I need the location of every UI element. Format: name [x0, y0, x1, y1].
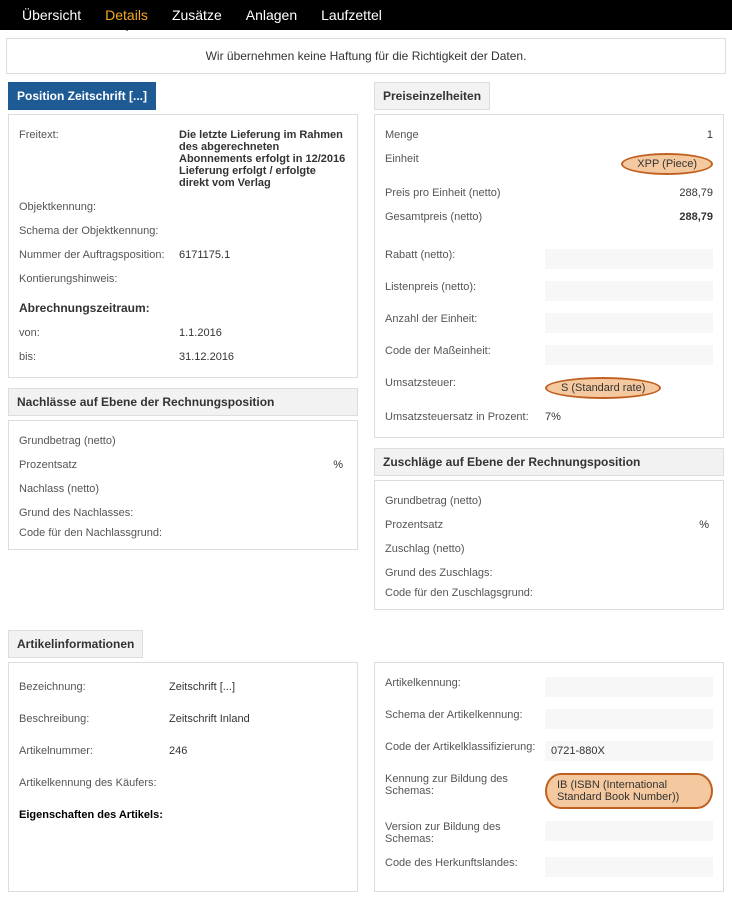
tab-uebersicht[interactable]: Übersicht	[10, 1, 93, 29]
r-herkunft-field	[545, 857, 713, 877]
nachlass-pct: %	[169, 459, 347, 471]
r-code-value: 0721-880X	[545, 741, 713, 761]
ust-value-highlight: S (Standard rate)	[545, 377, 661, 399]
rabatt-field	[545, 249, 713, 269]
r-schema-field	[545, 709, 713, 729]
nummer-value: 6171175.1	[179, 249, 347, 261]
position-title: Position Zeitschrift [...]	[8, 82, 156, 110]
ustprozent-value: 7%	[545, 411, 713, 423]
zuschlag-prozent-label: Prozentsatz	[385, 519, 545, 531]
bez-value: Zeitschrift [...]	[169, 681, 235, 693]
tab-anlagen[interactable]: Anlagen	[234, 1, 309, 29]
eig-label: Eigenschaften des Artikels:	[19, 809, 169, 821]
gesamt-value: 288,79	[545, 211, 713, 223]
von-label: von:	[19, 327, 179, 339]
ustprozent-label: Umsatzsteuersatz in Prozent:	[385, 411, 545, 423]
nachlass-nachlass-label: Nachlass (netto)	[19, 483, 169, 495]
rabatt-label: Rabatt (netto):	[385, 249, 545, 261]
nummer-label: Nummer der Auftragsposition:	[19, 249, 179, 261]
zuschlag-pct: %	[545, 519, 713, 531]
r-kennung-label: Kennung zur Bildung des Schemas:	[385, 773, 545, 797]
ppe-value: 288,79	[545, 187, 713, 199]
zuschlag-grundbetrag-label: Grundbetrag (netto)	[385, 495, 545, 507]
anzahl-label: Anzahl der Einheit:	[385, 313, 545, 325]
r-schema-label: Schema der Artikelkennung:	[385, 709, 545, 721]
r-version-field	[545, 821, 713, 841]
r-code-label: Code der Artikelklassifizierung:	[385, 741, 545, 753]
codemass-label: Code der Maßeinheit:	[385, 345, 545, 357]
codemass-field	[545, 345, 713, 365]
ust-label: Umsatzsteuer:	[385, 377, 545, 389]
zuschlag-title: Zuschläge auf Ebene der Rechnungspositio…	[374, 448, 724, 476]
nachlass-title: Nachlässe auf Ebene der Rechnungspositio…	[8, 388, 358, 416]
listenpreis-label: Listenpreis (netto):	[385, 281, 545, 293]
artkenn-label: Artikelkennung des Käufers:	[19, 777, 169, 789]
r-version-label: Version zur Bildung des Schemas:	[385, 821, 545, 845]
artnr-value: 246	[169, 745, 187, 757]
tab-zusaetze[interactable]: Zusätze	[160, 1, 234, 29]
zuschlag-grund1: Grund des Zuschlags:	[385, 561, 713, 581]
schema-obj-label: Schema der Objektkennung:	[19, 225, 179, 237]
zuschlag-zuschlag-label: Zuschlag (netto)	[385, 543, 545, 555]
top-nav: Übersicht Details Zusätze Anlagen Laufze…	[0, 0, 732, 30]
menge-label: Menge	[385, 129, 545, 141]
tab-details[interactable]: Details	[93, 1, 160, 29]
einheit-label: Einheit	[385, 153, 545, 165]
tab-laufzettel[interactable]: Laufzettel	[309, 1, 394, 29]
r-herkunft-label: Code des Herkunftslandes:	[385, 857, 545, 869]
artikel-title: Artikelinformationen	[8, 630, 143, 658]
disclaimer-text: Wir übernehmen keine Haftung für die Ric…	[6, 38, 726, 74]
nachlass-prozent-label: Prozentsatz	[19, 459, 169, 471]
freitext-label: Freitext:	[19, 129, 179, 141]
gesamt-label: Gesamtpreis (netto)	[385, 211, 545, 223]
bis-value: 31.12.2016	[179, 351, 347, 363]
artnr-label: Artikelnummer:	[19, 745, 169, 757]
bis-label: bis:	[19, 351, 179, 363]
preis-title: Preiseinzelheiten	[374, 82, 490, 110]
nachlass-grund1: Grund des Nachlasses:	[19, 501, 347, 521]
objektkennung-label: Objektkennung:	[19, 201, 179, 213]
anzahl-field	[545, 313, 713, 333]
r-artkenn-label: Artikelkennung:	[385, 677, 545, 689]
r-artkenn-field	[545, 677, 713, 697]
kontierung-label: Kontierungshinweis:	[19, 273, 179, 285]
beschr-value: Zeitschrift Inland	[169, 713, 250, 725]
beschr-label: Beschreibung:	[19, 713, 169, 725]
bez-label: Bezeichnung:	[19, 681, 169, 693]
listenpreis-field	[545, 281, 713, 301]
von-value: 1.1.2016	[179, 327, 347, 339]
r-kennung-value-highlight: IB (ISBN (International Standard Book Nu…	[545, 773, 713, 809]
zuschlag-grund2: Code für den Zuschlagsgrund:	[385, 581, 713, 601]
einheit-value-highlight: XPP (Piece)	[621, 153, 713, 175]
ppe-label: Preis pro Einheit (netto)	[385, 187, 545, 199]
nachlass-grund2: Code für den Nachlassgrund:	[19, 521, 347, 541]
abrechnung-header: Abrechnungszeitraum:	[19, 301, 347, 315]
nachlass-grundbetrag-label: Grundbetrag (netto)	[19, 435, 169, 447]
menge-value: 1	[545, 129, 713, 141]
freitext-value: Die letzte Lieferung im Rahmen des abger…	[179, 129, 347, 189]
